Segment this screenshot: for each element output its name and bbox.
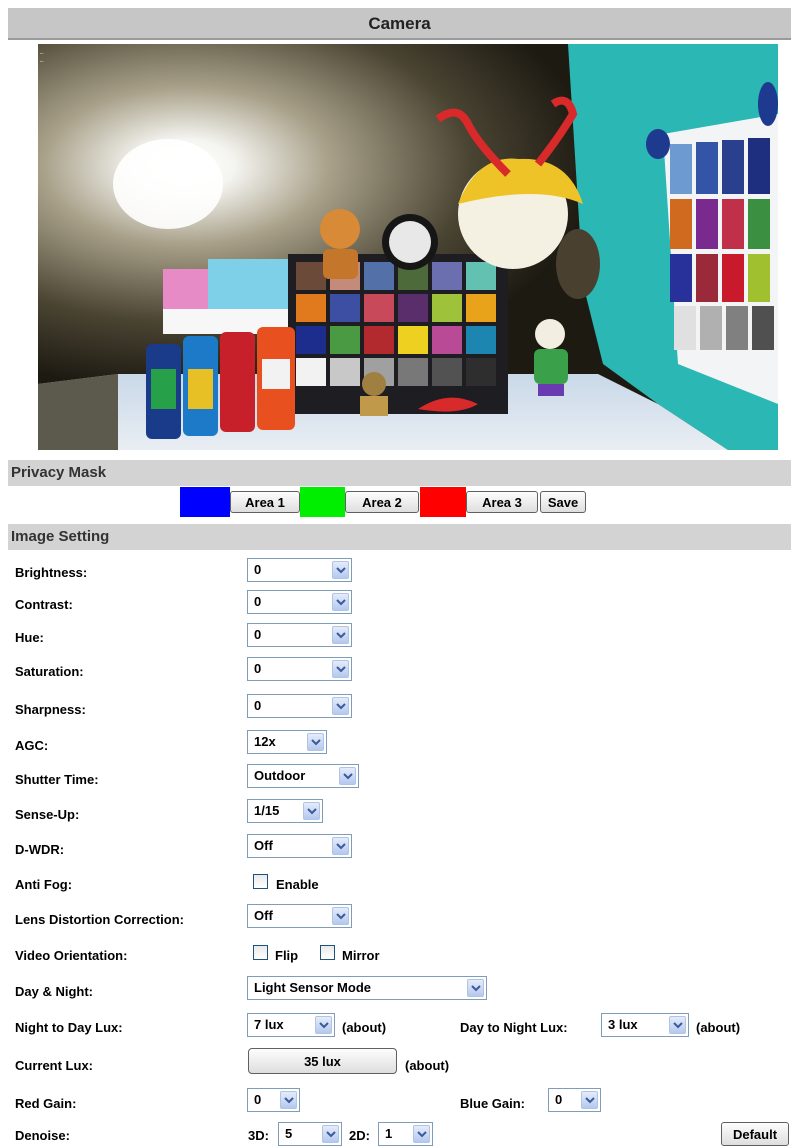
blue-gain-label: Blue Gain: — [460, 1096, 526, 1111]
sharpness-select[interactable]: 0 — [247, 694, 352, 718]
sense-up-label: Sense-Up: — [15, 807, 80, 822]
camera-scene-image: … … — [38, 44, 778, 450]
chevron-down-icon — [669, 1016, 686, 1034]
overlay-timestamp: … — [40, 49, 44, 56]
sense-up-select[interactable]: 1/15 — [247, 799, 323, 823]
current-lux-about: (about) — [405, 1058, 450, 1073]
default-button[interactable]: Default — [721, 1122, 789, 1146]
day-night-value: Light Sensor Mode — [254, 980, 371, 995]
chevron-down-icon — [280, 1091, 297, 1109]
day-to-night-about: (about) — [696, 1020, 741, 1035]
privacy-mask-header: Privacy Mask — [8, 460, 791, 486]
hue-label: Hue: — [15, 630, 44, 645]
area2-button[interactable]: Area 2 — [345, 491, 419, 513]
sharpness-value: 0 — [254, 698, 262, 713]
agc-label: AGC: — [15, 738, 49, 753]
night-to-day-lux-value: 7 lux — [254, 1017, 284, 1032]
contrast-value: 0 — [254, 594, 262, 609]
ldc-value: Off — [254, 908, 273, 923]
ldc-select[interactable]: Off — [247, 904, 352, 928]
blue-gain-value: 0 — [555, 1092, 563, 1107]
shutter-time-value: Outdoor — [254, 768, 306, 783]
area3-button[interactable]: Area 3 — [466, 491, 538, 513]
denoise-3d-select[interactable]: 5 — [278, 1122, 342, 1146]
denoise-2d-label: 2D: — [349, 1128, 370, 1143]
red-gain-select[interactable]: 0 — [247, 1088, 300, 1112]
saturation-label: Saturation: — [15, 664, 84, 679]
day-to-night-lux-value: 3 lux — [608, 1017, 638, 1032]
chevron-down-icon — [332, 907, 349, 925]
agc-value: 12x — [254, 734, 276, 749]
hue-select[interactable]: 0 — [247, 623, 352, 647]
anti-fog-checkbox[interactable] — [253, 874, 268, 889]
night-to-day-about: (about) — [342, 1020, 387, 1035]
contrast-select[interactable]: 0 — [247, 590, 352, 614]
brightness-label: Brightness: — [15, 565, 88, 580]
brightness-value: 0 — [254, 562, 262, 577]
flip-label: Flip — [275, 948, 299, 963]
chevron-down-icon — [322, 1125, 339, 1143]
chevron-down-icon — [332, 660, 349, 678]
denoise-3d-label: 3D: — [248, 1128, 269, 1143]
chevron-down-icon — [581, 1091, 598, 1109]
day-night-label: Day & Night: — [15, 984, 93, 999]
area1-color-swatch — [180, 487, 230, 517]
ldc-label: Lens Distortion Correction: — [15, 912, 185, 927]
video-orientation-label: Video Orientation: — [15, 948, 128, 963]
shutter-time-label: Shutter Time: — [15, 772, 99, 787]
area1-button[interactable]: Area 1 — [230, 491, 300, 513]
anti-fog-label: Anti Fog: — [15, 877, 73, 892]
dwdr-label: D-WDR: — [15, 842, 65, 857]
mirror-label: Mirror — [342, 948, 380, 963]
anti-fog-enable-label: Enable — [276, 877, 319, 892]
chevron-down-icon — [332, 561, 349, 579]
hue-value: 0 — [254, 627, 262, 642]
denoise-3d-value: 5 — [285, 1126, 293, 1141]
overlay-caption: … — [40, 57, 44, 64]
chevron-down-icon — [467, 979, 484, 997]
night-to-day-lux-label: Night to Day Lux: — [15, 1020, 123, 1035]
chevron-down-icon — [315, 1016, 332, 1034]
denoise-2d-value: 1 — [385, 1126, 393, 1141]
current-lux-label: Current Lux: — [15, 1058, 93, 1073]
chevron-down-icon — [339, 767, 356, 785]
mirror-checkbox[interactable] — [320, 945, 335, 960]
red-gain-label: Red Gain: — [15, 1096, 77, 1111]
chevron-down-icon — [303, 802, 320, 820]
chevron-down-icon — [332, 626, 349, 644]
agc-select[interactable]: 12x — [247, 730, 327, 754]
day-to-night-lux-label: Day to Night Lux: — [460, 1020, 568, 1035]
chevron-down-icon — [332, 697, 349, 715]
night-to-day-lux-select[interactable]: 7 lux — [247, 1013, 335, 1037]
saturation-select[interactable]: 0 — [247, 657, 352, 681]
sharpness-label: Sharpness: — [15, 702, 86, 717]
current-lux-button[interactable]: 35 lux — [248, 1048, 397, 1074]
red-gain-value: 0 — [254, 1092, 262, 1107]
denoise-2d-select[interactable]: 1 — [378, 1122, 433, 1146]
area3-color-swatch — [420, 487, 466, 517]
flip-checkbox[interactable] — [253, 945, 268, 960]
image-setting-header: Image Setting — [8, 524, 791, 550]
denoise-label: Denoise: — [15, 1128, 70, 1143]
day-to-night-lux-select[interactable]: 3 lux — [601, 1013, 689, 1037]
area2-color-swatch — [300, 487, 345, 517]
brightness-select[interactable]: 0 — [247, 558, 352, 582]
camera-live-view[interactable]: … … — [38, 44, 778, 450]
sense-up-value: 1/15 — [254, 803, 280, 818]
dwdr-value: Off — [254, 838, 273, 853]
chevron-down-icon — [332, 593, 349, 611]
contrast-label: Contrast: — [15, 597, 73, 612]
page-title: Camera — [8, 8, 791, 40]
saturation-value: 0 — [254, 661, 262, 676]
chevron-down-icon — [413, 1125, 430, 1143]
shutter-time-select[interactable]: Outdoor — [247, 764, 359, 788]
chevron-down-icon — [307, 733, 324, 751]
save-mask-button[interactable]: Save — [540, 491, 586, 513]
blue-gain-select[interactable]: 0 — [548, 1088, 601, 1112]
chevron-down-icon — [332, 837, 349, 855]
day-night-select[interactable]: Light Sensor Mode — [247, 976, 487, 1000]
dwdr-select[interactable]: Off — [247, 834, 352, 858]
